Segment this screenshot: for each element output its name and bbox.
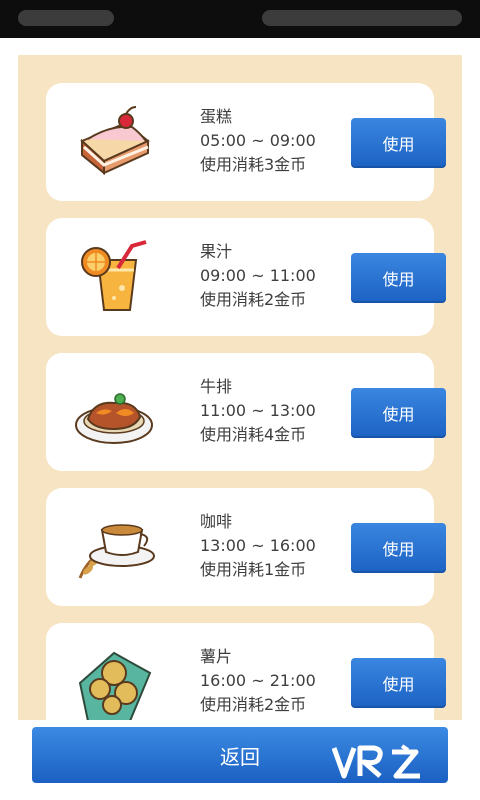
item-cost: 使用消耗4金币 <box>200 425 307 444</box>
use-button-steak[interactable]: 使用 <box>351 388 446 438</box>
item-name: 果汁 <box>200 242 233 261</box>
list-item-cake: 蛋糕 05:00 ~ 09:00 使用消耗3金币 使用 <box>46 83 446 201</box>
list-item-chips: 薯片 16:00 ~ 21:00 使用消耗2金币 使用 <box>46 623 446 720</box>
item-name: 咖啡 <box>200 512 233 531</box>
status-right-info <box>262 10 462 26</box>
item-cost: 使用消耗1金币 <box>200 560 307 579</box>
list-item-juice: 果汁 09:00 ~ 11:00 使用消耗2金币 使用 <box>46 218 446 336</box>
back-button[interactable]: 返回 <box>32 727 448 783</box>
status-bar <box>0 0 480 38</box>
item-name: 蛋糕 <box>200 107 233 126</box>
item-time: 09:00 ~ 11:00 <box>200 266 316 285</box>
juice-icon <box>81 240 147 311</box>
use-button-coffee[interactable]: 使用 <box>351 523 446 573</box>
cake-icon <box>80 106 150 176</box>
use-button-cake[interactable]: 使用 <box>351 118 446 168</box>
coffee-icon <box>78 524 155 579</box>
list-item-steak: 牛排 11:00 ~ 13:00 使用消耗4金币 使用 <box>46 353 446 471</box>
item-time: 05:00 ~ 09:00 <box>200 131 316 150</box>
item-name: 牛排 <box>200 377 233 396</box>
item-time: 11:00 ~ 13:00 <box>200 401 316 420</box>
item-cost: 使用消耗2金币 <box>200 290 307 309</box>
item-time: 13:00 ~ 16:00 <box>200 536 316 555</box>
item-list-panel[interactable]: 蛋糕 05:00 ~ 09:00 使用消耗3金币 使用 果汁 09:00 ~ 1… <box>18 55 462 720</box>
item-time: 16:00 ~ 21:00 <box>200 671 316 690</box>
item-cost: 使用消耗3金币 <box>200 155 307 174</box>
status-left-info <box>18 10 114 26</box>
use-button-chips[interactable]: 使用 <box>351 658 446 708</box>
chips-icon <box>78 651 152 720</box>
steak-icon <box>75 393 153 444</box>
list-item-coffee: 咖啡 13:00 ~ 16:00 使用消耗1金币 使用 <box>46 488 446 606</box>
use-button-juice[interactable]: 使用 <box>351 253 446 303</box>
item-name: 薯片 <box>200 647 233 666</box>
item-cost: 使用消耗2金币 <box>200 695 307 714</box>
